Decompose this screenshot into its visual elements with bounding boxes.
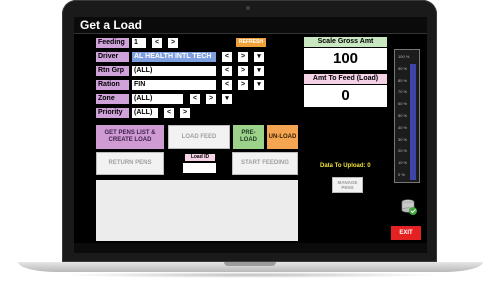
scale-gauge-fill bbox=[410, 64, 416, 180]
camera-icon bbox=[246, 6, 250, 10]
load-id-field[interactable] bbox=[183, 163, 216, 173]
ration-dropdown-button[interactable]: ▾ bbox=[254, 80, 264, 90]
exit-button[interactable]: EXIT bbox=[391, 226, 421, 240]
scale-gross-value: 100 bbox=[304, 48, 387, 70]
rtn-grp-field[interactable]: (ALL) bbox=[132, 66, 216, 76]
driver-prev-button[interactable]: < bbox=[222, 52, 232, 62]
feeding-prev-button[interactable]: < bbox=[152, 38, 162, 48]
ration-field[interactable]: FIN bbox=[132, 80, 216, 90]
refresh-button[interactable]: REFRESH bbox=[236, 38, 266, 47]
ration-label: Ration bbox=[96, 80, 129, 90]
driver-next-button[interactable]: > bbox=[238, 52, 248, 62]
pre-load-button[interactable]: PRE-LOAD bbox=[233, 125, 264, 149]
pens-list-panel bbox=[96, 180, 298, 241]
priority-prev-button[interactable]: < bbox=[164, 108, 174, 118]
scale-gauge-ticks: 100 % 90 % 80 % 70 % 60 % 50 % 40 % 30 % 20 % 10 … bbox=[398, 54, 410, 178]
screen: Get a Load Feeding 1 < > REFRESH Driver … bbox=[74, 17, 427, 253]
load-feed-button[interactable]: LOAD FEED bbox=[168, 125, 230, 149]
driver-dropdown-button[interactable]: ▾ bbox=[254, 52, 264, 62]
driver-field[interactable]: AL HEALTH INTL TECH bbox=[132, 52, 216, 62]
gauge-tick-label: 10 % bbox=[398, 160, 408, 166]
database-sync-icon[interactable] bbox=[400, 198, 418, 216]
zone-next-button[interactable]: > bbox=[206, 94, 216, 104]
window-title: Get a Load bbox=[80, 18, 143, 32]
amt-to-feed-value: 0 bbox=[304, 85, 387, 107]
zone-field[interactable]: (ALL) bbox=[132, 94, 183, 104]
gauge-tick-label: 40 % bbox=[398, 124, 408, 130]
priority-label: Priority bbox=[96, 108, 129, 118]
feeding-next-button[interactable]: > bbox=[168, 38, 178, 48]
rtn-grp-next-button[interactable]: > bbox=[238, 66, 248, 76]
unload-button[interactable]: UN-LOAD bbox=[267, 125, 298, 149]
bottom-bar bbox=[74, 243, 427, 253]
start-feeding-button[interactable]: START FEEDING bbox=[232, 152, 298, 175]
return-pens-button[interactable]: RETURN PENS bbox=[96, 152, 164, 175]
priority-next-button[interactable]: > bbox=[180, 108, 190, 118]
scale-gauge: 100 % 90 % 80 % 70 % 60 % 50 % 40 % 30 % 20 % 10 … bbox=[394, 49, 420, 183]
zone-prev-button[interactable]: < bbox=[190, 94, 200, 104]
ration-prev-button[interactable]: < bbox=[222, 80, 232, 90]
laptop-notch bbox=[224, 262, 276, 266]
feeding-label: Feeding bbox=[96, 38, 129, 48]
gauge-tick-label: 30 % bbox=[398, 136, 408, 142]
feeding-value[interactable]: 1 bbox=[132, 38, 146, 48]
zone-label: Zone bbox=[96, 94, 129, 104]
zone-dropdown-button[interactable]: ▾ bbox=[222, 94, 232, 104]
gauge-tick-label: 90 % bbox=[398, 65, 408, 71]
ration-next-button[interactable]: > bbox=[238, 80, 248, 90]
gauge-tick-label: 0 % bbox=[398, 172, 405, 177]
rtn-grp-label: Rtn Grp bbox=[96, 66, 129, 76]
get-pens-list-button[interactable]: GET PENS LIST & CREATE LOAD bbox=[96, 125, 164, 149]
rtn-grp-prev-button[interactable]: < bbox=[222, 66, 232, 76]
gauge-tick-label: 50 % bbox=[398, 113, 408, 118]
load-id-label: Load ID bbox=[185, 154, 215, 161]
manage-pens-button[interactable]: MANAGE PENS bbox=[332, 177, 363, 193]
gauge-tick-label: 100 % bbox=[398, 54, 410, 59]
gauge-tick-label: 60 % bbox=[398, 101, 408, 107]
data-to-upload-status: Data To Upload: 0 bbox=[320, 163, 371, 169]
laptop-shadow bbox=[60, 272, 441, 278]
gauge-tick-label: 80 % bbox=[398, 77, 408, 83]
rtn-grp-dropdown-button[interactable]: ▾ bbox=[254, 66, 264, 76]
gauge-tick-label: 20 % bbox=[398, 148, 408, 154]
scale-gross-label: Scale Gross Amt bbox=[304, 37, 387, 47]
priority-field[interactable]: (ALL) bbox=[132, 108, 158, 118]
driver-label: Driver bbox=[96, 52, 129, 62]
amt-to-feed-label: Amt To Feed (Load) bbox=[304, 74, 387, 84]
gauge-tick-label: 70 % bbox=[398, 89, 408, 95]
